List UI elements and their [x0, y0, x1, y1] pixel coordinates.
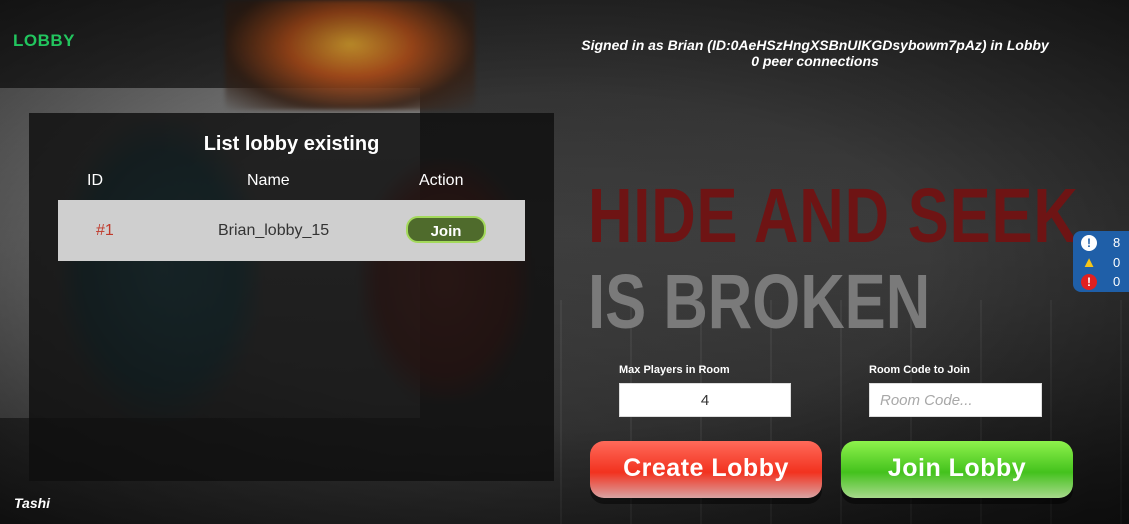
player-name-label: Tashi — [14, 495, 51, 511]
lobby-title: LOBBY — [13, 31, 75, 50]
lobby-list-panel: List lobby existing ID Name Action #1 Br… — [29, 113, 554, 481]
game-logo: HIDE AND SEEK IS BROKEN — [588, 176, 1129, 342]
game-title-line1: HIDE AND SEEK — [588, 173, 1079, 259]
max-players-field[interactable] — [619, 383, 791, 417]
signed-in-status: Signed in as Brian (ID:0AeHSzHngXSBnUIKG… — [540, 37, 1090, 69]
room-code-input[interactable] — [870, 384, 1041, 416]
info-count: 8 — [1113, 235, 1121, 250]
room-code-label: Room Code to Join — [869, 364, 970, 376]
error-count: 0 — [1113, 274, 1121, 289]
peer-connections-text: 0 peer connections — [751, 53, 879, 69]
join-lobby-row-button[interactable]: Join — [406, 216, 486, 243]
error-icon: ! — [1081, 274, 1097, 290]
lobby-list-title: List lobby existing — [203, 133, 380, 155]
info-count-row: ! 8 — [1081, 235, 1129, 251]
signed-in-text: Signed in as Brian (ID:0AeHSzHngXSBnUIKG… — [581, 37, 1049, 53]
warning-count-row: ▲ 0 — [1081, 255, 1129, 271]
warning-count: 0 — [1113, 255, 1121, 270]
lobby-row: #1 Brian_lobby_15 Join — [58, 200, 525, 261]
lobby-id: #1 — [96, 222, 114, 239]
column-header-action: Action — [419, 172, 464, 189]
diagnostics-badge[interactable]: ! 8 ▲ 0 ! 0 — [1073, 231, 1129, 292]
max-players-label: Max Players in Room — [619, 364, 730, 376]
create-lobby-button[interactable]: Create Lobby — [590, 441, 822, 498]
max-players-input[interactable] — [620, 384, 790, 416]
error-count-row: ! 0 — [1081, 274, 1129, 290]
info-icon: ! — [1081, 235, 1097, 251]
lobby-name: Brian_lobby_15 — [218, 222, 330, 239]
column-header-name: Name — [247, 172, 290, 189]
join-lobby-button[interactable]: Join Lobby — [841, 441, 1073, 498]
room-code-field[interactable] — [869, 383, 1042, 417]
game-title-line2: IS BROKEN — [588, 259, 931, 345]
column-header-id: ID — [87, 172, 103, 189]
warning-icon: ▲ — [1081, 254, 1097, 271]
